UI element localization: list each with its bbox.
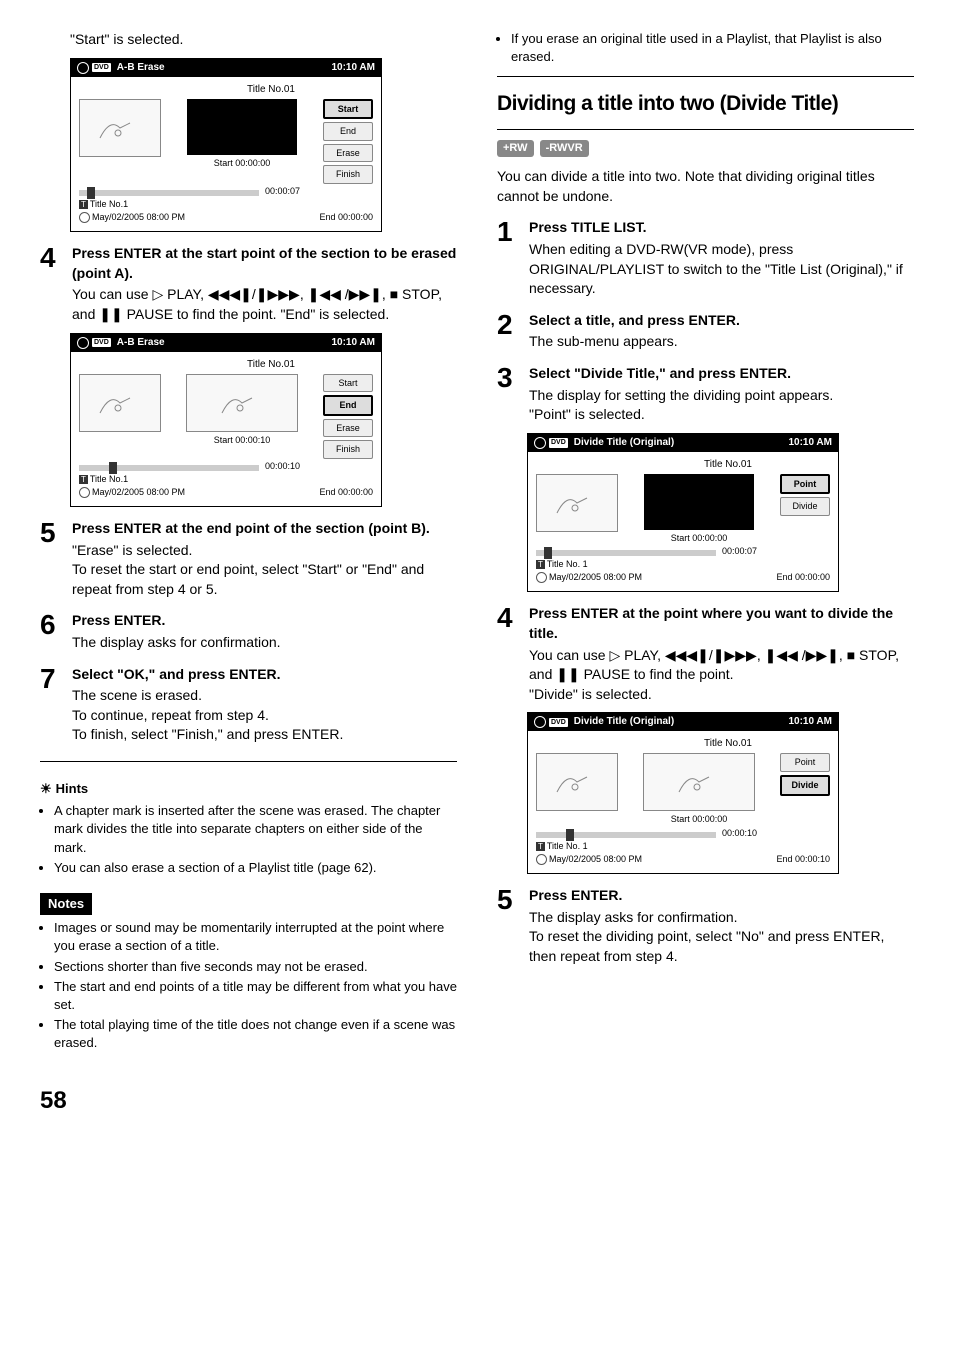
panel1-btn-finish[interactable]: Finish: [323, 165, 373, 184]
rstep2: 2 Select a title, and press ENTER. The s…: [497, 311, 914, 352]
panel1-elapsed: 00:00:07: [265, 185, 300, 198]
panel2-elapsed: 00:00:10: [265, 460, 300, 473]
panel4-btn-point[interactable]: Point: [780, 753, 830, 772]
format-badges: +RW -RWVR: [497, 140, 914, 157]
notes-list: Images or sound may be momentarily inter…: [40, 919, 457, 1052]
panel2-date: May/02/2005 08:00 PM: [92, 487, 185, 497]
section-heading-wrap: Dividing a title into two (Divide Title): [497, 76, 914, 129]
ab-erase-panel-2: DVD A-B Erase 10:10 AM Title No.01 Start…: [70, 333, 382, 508]
panel2-title: A-B Erase: [117, 336, 332, 350]
panel3-preview: [644, 474, 754, 530]
skip-fwd-icon: ▶▶❚: [806, 647, 839, 663]
panel3-progress: [536, 550, 716, 556]
panel2-titleno: Title No.01: [169, 358, 373, 372]
forward-icon: ❚▶▶▶: [713, 647, 757, 663]
divider: [40, 761, 457, 762]
panel2-btn-finish[interactable]: Finish: [323, 440, 373, 459]
panel4-progress: [536, 832, 716, 838]
note-item: The total playing time of the title does…: [54, 1016, 457, 1052]
step4-body: You can use ▷ PLAY, ◀◀◀❚/❚▶▶▶, ❚◀◀ /▶▶❚,…: [72, 285, 457, 324]
left-column: "Start" is selected. DVD A-B Erase 10:10…: [40, 30, 457, 1054]
panel2-startcap: Start 00:00:10: [214, 434, 271, 447]
play-icon: ▷: [609, 647, 620, 663]
disc-icon: DVD: [77, 62, 111, 74]
pause-icon: ❚❚: [99, 306, 122, 322]
stop-icon: ■: [847, 647, 855, 663]
top-bullet: If you erase an original title used in a…: [497, 30, 914, 66]
panel2-thumb: [79, 374, 161, 432]
page-number: 58: [40, 1084, 914, 1118]
panel1-preview: [187, 99, 297, 155]
step4-head: Press ENTER at the start point of the se…: [72, 244, 457, 283]
ab-erase-panel-1: DVD A-B Erase 10:10 AM Title No.01 Start…: [70, 58, 382, 233]
hints-list: A chapter mark is inserted after the sce…: [40, 802, 457, 877]
panel1-endcap: End 00:00:00: [319, 211, 373, 224]
panel2-time: 10:10 AM: [331, 336, 375, 350]
badge-minusrwvr: -RWVR: [540, 140, 589, 157]
step4-num: 4: [40, 244, 62, 324]
rstep1: 1 Press TITLE LIST. When editing a DVD-R…: [497, 218, 914, 298]
note-item: The start and end points of a title may …: [54, 978, 457, 1014]
panel1-startcap: Start 00:00:00: [214, 157, 271, 170]
disc-icon: DVD: [77, 337, 111, 349]
disc-icon: DVD: [534, 716, 568, 728]
disc-icon: DVD: [534, 437, 568, 449]
panel3-btn-point[interactable]: Point: [780, 474, 830, 495]
panel1-progress: [79, 190, 259, 196]
panel1-btn-start[interactable]: Start: [323, 99, 373, 120]
panel4-btn-divide[interactable]: Divide: [780, 775, 830, 796]
hint-item: A chapter mark is inserted after the sce…: [54, 802, 457, 857]
panel1-thumb: [79, 99, 161, 157]
panel1-title: A-B Erase: [117, 61, 332, 75]
stop-icon: ■: [390, 286, 398, 302]
notes-heading: Notes: [40, 893, 92, 915]
divide-panel-1: DVD Divide Title (Original) 10:10 AM Tit…: [527, 433, 839, 593]
skip-back-icon: ❚◀◀: [308, 286, 341, 302]
skip-fwd-icon: ▶▶❚: [349, 286, 382, 302]
panel3-thumb: [536, 474, 618, 532]
step7: 7 Select "OK," and press ENTER. The scen…: [40, 665, 457, 745]
note-item: Sections shorter than five seconds may n…: [54, 958, 457, 976]
step5: 5 Press ENTER at the end point of the se…: [40, 519, 457, 599]
step4: 4 Press ENTER at the start point of the …: [40, 244, 457, 324]
panel2-btn-erase[interactable]: Erase: [323, 419, 373, 438]
section-intro: You can divide a title into two. Note th…: [497, 167, 914, 206]
hints-heading: Hints: [40, 780, 457, 798]
panel2-titleline: Title No.1: [90, 474, 128, 484]
panel1-time: 10:10 AM: [331, 61, 375, 75]
note-item: Images or sound may be momentarily inter…: [54, 919, 457, 955]
panel1-titleline: Title No.1: [90, 199, 128, 209]
hint-item: You can also erase a section of a Playli…: [54, 859, 457, 877]
panel3-btn-divide[interactable]: Divide: [780, 497, 830, 516]
divide-panel-2: DVD Divide Title (Original) 10:10 AM Tit…: [527, 712, 839, 874]
panel2-preview: [186, 374, 298, 432]
panel1-titleno: Title No.01: [169, 83, 373, 97]
pause-icon: ❚❚: [556, 666, 579, 682]
forward-icon: ❚▶▶▶: [256, 286, 300, 302]
rstep5: 5 Press ENTER. The display asks for conf…: [497, 886, 914, 966]
badge-plusrw: +RW: [497, 140, 534, 157]
panel2-progress: [79, 465, 259, 471]
rewind-icon: ◀◀◀❚: [208, 286, 252, 302]
panel1-btn-erase[interactable]: Erase: [323, 144, 373, 163]
panel4-thumb: [536, 753, 618, 811]
panel1-btn-end[interactable]: End: [323, 122, 373, 141]
step6: 6 Press ENTER. The display asks for conf…: [40, 611, 457, 652]
right-column: If you erase an original title used in a…: [497, 30, 914, 1054]
section-heading: Dividing a title into two (Divide Title): [497, 89, 914, 118]
rstep3: 3 Select "Divide Title," and press ENTER…: [497, 364, 914, 425]
panel4-preview: [643, 753, 755, 811]
rewind-icon: ◀◀◀❚: [665, 647, 709, 663]
play-icon: ▷: [152, 286, 163, 302]
intro-text: "Start" is selected.: [70, 30, 457, 50]
panel2-endcap: End 00:00:00: [319, 486, 373, 499]
skip-back-icon: ❚◀◀: [765, 647, 798, 663]
panel2-btn-end[interactable]: End: [323, 395, 373, 416]
rstep4: 4 Press ENTER at the point where you wan…: [497, 604, 914, 704]
panel2-btn-start[interactable]: Start: [323, 374, 373, 393]
panel1-date: May/02/2005 08:00 PM: [92, 212, 185, 222]
